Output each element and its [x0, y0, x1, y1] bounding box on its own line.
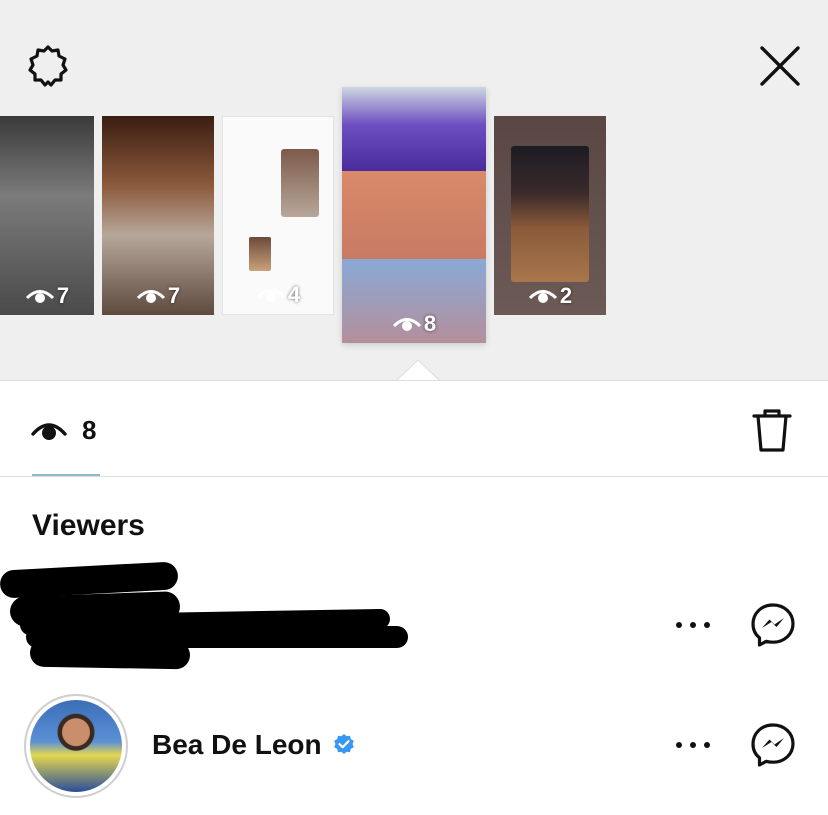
story-thumbnail[interactable]: 4	[222, 116, 334, 315]
avatar[interactable]	[24, 694, 128, 798]
story-viewers-screen: 7 7 4 8 2 8 Viewers Bea De Leon	[0, 0, 828, 815]
eye-icon	[136, 290, 165, 303]
viewer-username[interactable]: Bea De Leon	[152, 728, 322, 762]
story-thumbnail[interactable]: 2	[494, 116, 606, 315]
story-view-count-value: 2	[559, 283, 573, 308]
story-image	[342, 87, 486, 171]
story-view-count-value: 8	[423, 311, 437, 336]
eye-icon	[25, 290, 54, 303]
total-view-count: 8	[82, 415, 97, 445]
eye-icon	[256, 289, 285, 302]
story-view-count-value: 7	[56, 283, 70, 308]
messenger-icon	[751, 723, 795, 767]
story-view-count-value: 7	[167, 283, 181, 308]
story-view-count: 8	[342, 311, 486, 337]
settings-button[interactable]	[24, 42, 72, 90]
story-image	[342, 171, 486, 259]
trash-icon	[752, 409, 792, 452]
gear-icon	[28, 45, 68, 87]
story-view-count: 7	[0, 283, 94, 309]
close-icon	[760, 46, 800, 86]
story-thumbnail[interactable]: 7	[102, 116, 214, 315]
avatar-image	[30, 700, 122, 792]
story-tray: 7 7 4 8 2	[0, 0, 828, 380]
messenger-icon	[751, 603, 795, 647]
delete-story-button[interactable]	[750, 406, 794, 454]
more-options-button[interactable]	[676, 620, 710, 630]
verified-badge-icon	[334, 734, 354, 754]
eye-icon	[528, 290, 557, 303]
redaction-mark	[29, 638, 191, 670]
story-view-count: 2	[494, 283, 606, 309]
story-image	[249, 237, 271, 271]
story-image	[511, 146, 589, 282]
selection-pointer	[396, 360, 440, 382]
story-view-count: 7	[102, 283, 214, 309]
viewers-heading: Viewers	[32, 509, 145, 542]
story-thumbnail[interactable]: 7	[0, 116, 94, 315]
eye-icon	[392, 318, 421, 331]
more-options-button[interactable]	[676, 740, 710, 750]
divider	[0, 476, 828, 477]
story-thumbnail-selected[interactable]: 8	[342, 87, 486, 343]
divider	[0, 380, 828, 381]
story-view-count: 4	[223, 282, 333, 308]
close-button[interactable]	[756, 42, 804, 90]
send-message-button[interactable]	[750, 722, 796, 768]
story-view-count-value: 4	[287, 282, 301, 307]
story-image	[281, 149, 319, 217]
send-message-button[interactable]	[750, 602, 796, 648]
eye-icon	[31, 423, 67, 440]
